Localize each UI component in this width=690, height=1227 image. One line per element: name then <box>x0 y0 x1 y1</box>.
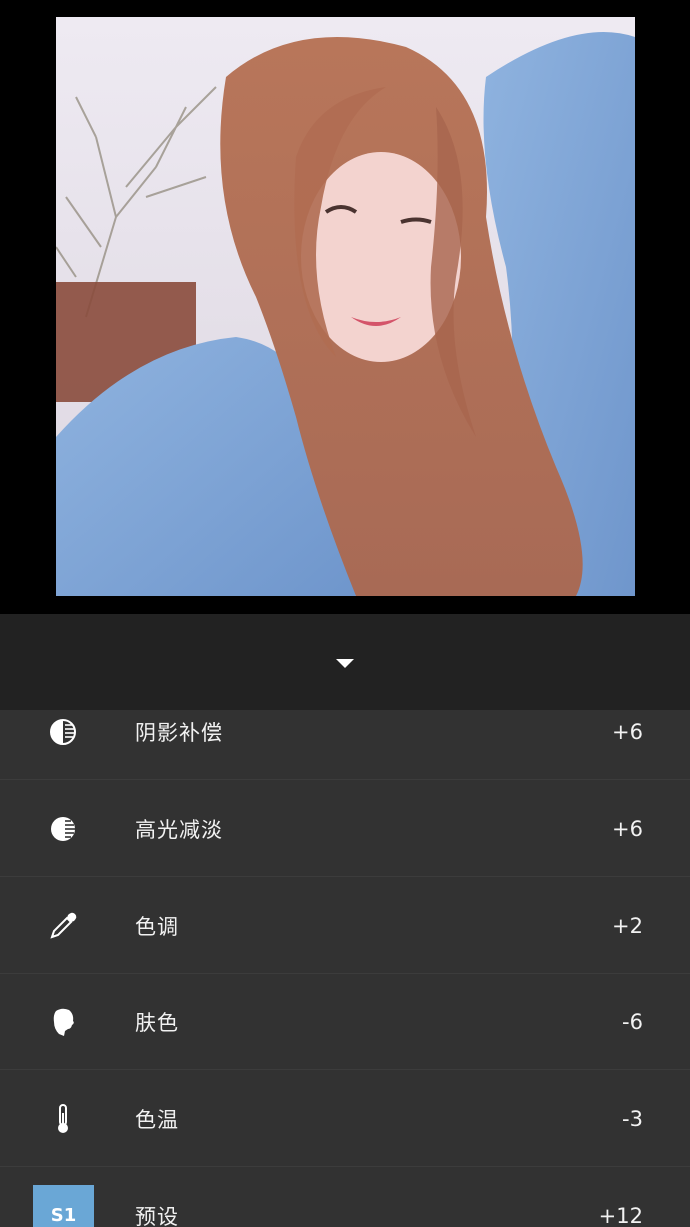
setting-label: 色温 <box>135 1107 179 1132</box>
chevron-down-icon <box>336 658 354 668</box>
setting-value: -6 <box>622 1009 643 1034</box>
setting-row-skin[interactable]: 肤色 -6 <box>0 974 690 1070</box>
highlight-reduction-icon <box>46 812 80 846</box>
setting-row-temperature[interactable]: 色温 -3 <box>0 1071 690 1167</box>
setting-value: +6 <box>612 719 643 744</box>
setting-label: 肤色 <box>135 1010 179 1035</box>
editor-screen: 阴影补偿 +6 高光减淡 +6 色调 +2 肤色 -6 色温 -3 预设 +12… <box>0 0 690 1227</box>
setting-label: 高光减淡 <box>135 817 223 842</box>
eyedropper-icon <box>46 909 80 943</box>
photo-preview <box>56 17 635 596</box>
photo-illustration <box>56 17 635 596</box>
setting-value: +2 <box>612 913 643 938</box>
preset-badge: S1 <box>33 1185 94 1227</box>
setting-value: -3 <box>622 1106 643 1131</box>
adjustment-list: 阴影补偿 +6 高光减淡 +6 色调 +2 肤色 -6 色温 -3 预设 +12 <box>0 710 690 1227</box>
setting-label: 阴影补偿 <box>135 720 223 745</box>
setting-row-preset[interactable]: 预设 +12 <box>0 1168 690 1227</box>
setting-value: +6 <box>612 816 643 841</box>
thermometer-icon <box>46 1102 80 1136</box>
setting-row-shadow[interactable]: 阴影补偿 +6 <box>0 710 690 780</box>
face-profile-icon <box>46 1005 80 1039</box>
setting-label: 预设 <box>135 1204 179 1227</box>
setting-label: 色调 <box>135 914 179 939</box>
collapse-panel-button[interactable] <box>0 614 690 710</box>
shadow-compensation-icon <box>46 715 80 749</box>
setting-value: +12 <box>598 1203 643 1227</box>
setting-row-highlight[interactable]: 高光减淡 +6 <box>0 781 690 877</box>
setting-row-tone[interactable]: 色调 +2 <box>0 878 690 974</box>
